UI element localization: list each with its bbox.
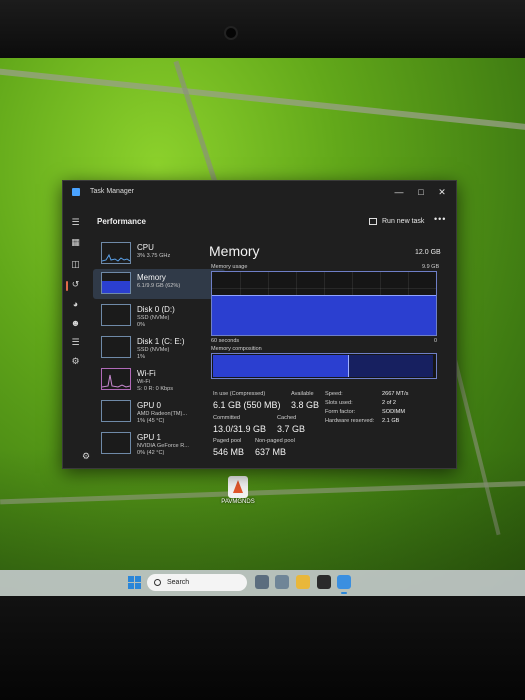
memory-composition-label: Memory composition [211, 346, 262, 352]
device-item-gpu-0[interactable]: GPU 0 AMD Radeon(TM)... 1% (45 °C) [93, 397, 225, 427]
device-item-memory[interactable]: Memory 6.1/9.9 GB (62%) [93, 269, 225, 299]
gpu1-thumbnail-graph [101, 432, 131, 454]
settings-icon[interactable]: ⚙ [82, 451, 90, 462]
run-task-icon [369, 217, 377, 225]
composition-standby [349, 355, 433, 377]
slots-used-value: 2 of 2 [382, 400, 396, 406]
app-shortcut-icon [228, 476, 248, 498]
gpu0-thumbnail-graph [101, 400, 131, 422]
file-explorer-icon[interactable] [296, 575, 310, 589]
start-button[interactable] [128, 576, 141, 589]
webcam [226, 28, 236, 38]
in-use-label: In use (Compressed) [213, 391, 266, 397]
details-icon[interactable]: ☰ [70, 337, 81, 348]
widgets-icon[interactable] [275, 575, 289, 589]
device-item-disk-0[interactable]: Disk 0 (D:) SSD (NVMe) 0% [93, 301, 225, 331]
navigation-rail: ☰ ▦ ◫ ↺ ◕ ☻ ☰ ⚙ [63, 203, 87, 468]
form-factor-label: Form factor: [325, 409, 356, 415]
memory-usage-fill [212, 294, 436, 335]
non-paged-pool-label: Non-paged pool [255, 438, 295, 444]
taskbar-search-box[interactable]: Search [147, 574, 247, 591]
wifi-thumbnail-graph [101, 368, 131, 390]
memory-usage-label: Memory usage [211, 264, 248, 270]
disk1-thumbnail-graph [101, 336, 131, 358]
hamburger-icon[interactable]: ☰ [70, 217, 81, 228]
search-placeholder: Search [167, 579, 190, 586]
committed-value: 13.0/31.9 GB [213, 424, 267, 434]
startup-apps-icon[interactable]: ◕ [70, 299, 81, 310]
memory-thumbnail-graph [101, 272, 131, 294]
slots-used-label: Slots used: [325, 400, 353, 406]
graph-axis-min: 0 [434, 338, 438, 344]
performance-icon[interactable]: ◫ [70, 259, 81, 270]
desktop-shortcut-label: PAVMGNDS [221, 499, 255, 505]
selected-indicator [66, 281, 68, 291]
memory-heading: Memory [209, 243, 260, 259]
paged-pool-value: 546 MB [213, 447, 245, 457]
laptop-bezel-top [0, 0, 525, 58]
window-title: Task Manager [90, 188, 134, 195]
title-bar[interactable]: Task Manager — □ ✕ [63, 181, 456, 203]
search-icon [154, 579, 161, 586]
minimize-button[interactable]: — [391, 185, 407, 199]
speed-value: 2667 MT/s [382, 391, 409, 397]
task-manager-app-icon [72, 188, 80, 196]
hardware-reserved-value: 2.1 GB [382, 418, 400, 424]
task-view-icon[interactable] [255, 575, 269, 589]
non-paged-pool-value: 637 MB [255, 447, 287, 457]
graph-time-label: 60 seconds [211, 338, 240, 344]
run-new-task-button[interactable]: Run new task [369, 215, 424, 227]
device-item-wifi[interactable]: Wi-Fi Wi-Fi S: 0 R: 0 Kbps [93, 365, 225, 395]
store-icon[interactable] [317, 575, 331, 589]
processes-icon[interactable]: ▦ [70, 237, 81, 248]
speed-label: Speed: [325, 391, 343, 397]
memory-total: 12.0 GB [415, 249, 441, 256]
cached-label: Cached [277, 415, 297, 421]
device-item-disk-1[interactable]: Disk 1 (C: E:) SSD (NVMe) 1% [93, 333, 225, 363]
task-manager-window: Task Manager — □ ✕ ☰ ▦ ◫ ↺ ◕ ☻ ☰ ⚙ ⚙ Per… [62, 180, 457, 469]
services-icon[interactable]: ⚙ [70, 356, 81, 367]
task-manager-taskbar-icon[interactable] [337, 575, 351, 594]
close-button[interactable]: ✕ [434, 185, 450, 199]
users-icon[interactable]: ☻ [70, 318, 81, 329]
device-item-gpu-1[interactable]: GPU 1 NVIDIA GeForce R... 0% (42 °C) [93, 429, 225, 459]
memory-usage-graph [211, 271, 437, 336]
available-value: 3.8 GB [291, 400, 320, 410]
cpu-thumbnail-graph [101, 242, 131, 264]
disk0-thumbnail-graph [101, 304, 131, 326]
available-label: Available [291, 391, 314, 397]
memory-composition-bar [211, 353, 437, 379]
device-item-cpu[interactable]: CPU 3% 3.75 GHz [93, 239, 225, 269]
app-history-icon[interactable]: ↺ [70, 279, 81, 290]
more-options-button[interactable]: ••• [434, 214, 446, 224]
laptop-bezel-bottom [0, 596, 525, 700]
desktop-shortcut[interactable]: PAVMGNDS [218, 476, 258, 505]
maximize-button[interactable]: □ [413, 185, 429, 199]
in-use-value: 6.1 GB (550 MB) [213, 400, 281, 410]
memory-usage-max: 9.9 GB [422, 264, 440, 270]
desktop: PAVMGNDS Search Task Manager — □ ✕ ☰ ▦ ◫ [0, 58, 525, 596]
hardware-reserved-label: Hardware reserved: [325, 418, 375, 424]
run-new-task-label: Run new task [382, 217, 425, 225]
cached-value: 3.7 GB [277, 424, 306, 434]
form-factor-value: SODIMM [382, 409, 405, 415]
paged-pool-label: Paged pool [213, 438, 242, 444]
page-title: Performance [97, 217, 146, 226]
taskbar: Search [0, 570, 525, 596]
committed-label: Committed [213, 415, 241, 421]
composition-in-use [213, 355, 349, 377]
